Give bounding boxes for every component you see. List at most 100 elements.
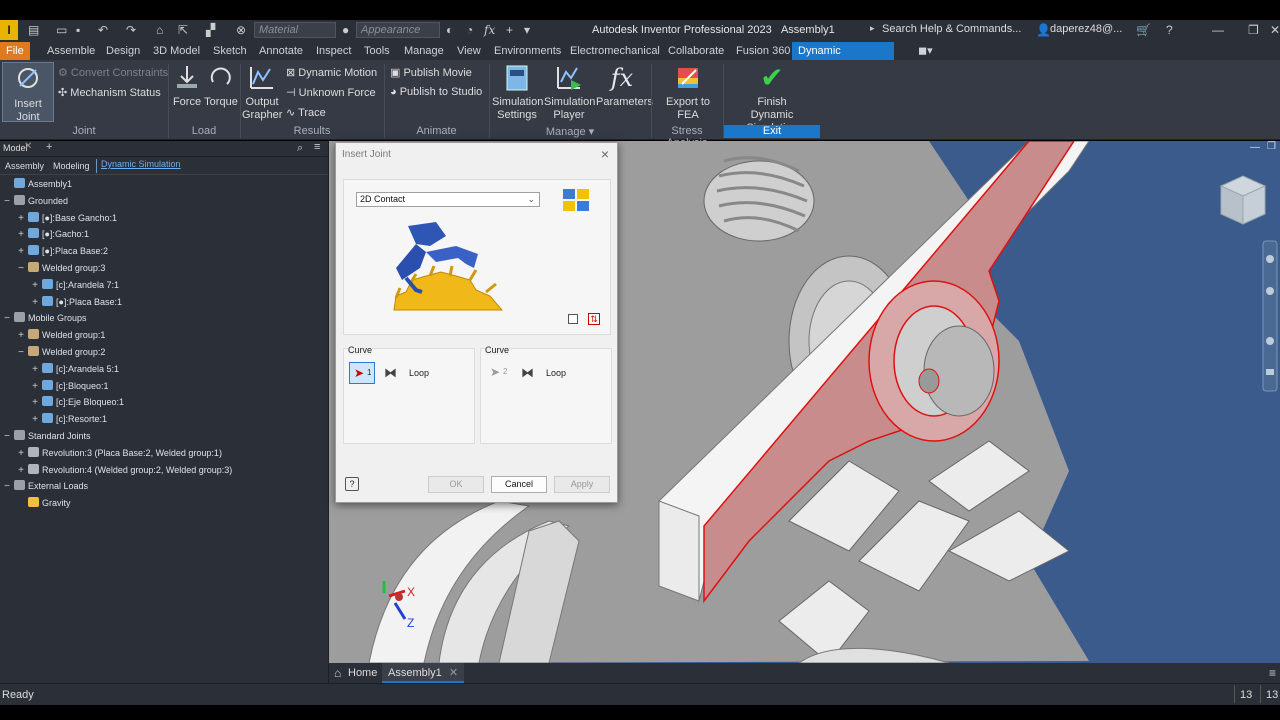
search-icon[interactable]: ⌕	[297, 142, 303, 155]
cart-icon[interactable]: 🛒	[1136, 23, 1151, 37]
document-tab-assembly1[interactable]: Assembly1 ✕	[382, 663, 465, 683]
tree-item[interactable]: + [●]:Base Gancho:1	[16, 210, 117, 226]
close-tab-icon[interactable]: ✕	[449, 667, 458, 679]
expand-icon[interactable]: +	[16, 328, 26, 344]
user-account[interactable]: daperez48@...	[1050, 23, 1122, 35]
expand-icon[interactable]: +	[16, 244, 26, 260]
expand-icon[interactable]: +	[16, 211, 26, 227]
tab-design[interactable]: Design	[100, 42, 146, 60]
tree-item[interactable]: − Welded group:3	[16, 260, 105, 276]
tree-item[interactable]: + [c]:Resorte:1	[30, 411, 107, 427]
expand-icon[interactable]: +	[16, 463, 26, 479]
parameters-button[interactable]: fx Parameters	[596, 64, 653, 109]
tree-item[interactable]: − External Loads	[2, 478, 88, 494]
loop-icon[interactable]: ⧓	[521, 365, 537, 381]
undo-icon[interactable]: ↶	[98, 23, 108, 37]
convert-constraints-button[interactable]: ⚙ Convert Constraints	[58, 66, 168, 79]
tabs-menu-icon[interactable]: ≡	[1269, 666, 1276, 680]
tree-item[interactable]: + [●]:Placa Base:2	[16, 243, 108, 259]
subtab-assembly[interactable]: Assembly	[5, 161, 44, 171]
subtab-modeling[interactable]: Modeling	[53, 161, 90, 171]
navigation-bar[interactable]	[1262, 240, 1278, 392]
adjust-icon[interactable]: ◔	[466, 23, 473, 37]
simulation-player-button[interactable]: Simulation Player	[544, 64, 595, 122]
tab-environments[interactable]: Environments	[488, 42, 567, 60]
trace-button[interactable]: ∿ Trace	[286, 106, 326, 119]
home-icon[interactable]: ⌂	[334, 666, 341, 680]
tree-item[interactable]: Assembly1	[2, 176, 72, 192]
plus-icon[interactable]: +	[506, 23, 513, 37]
force-button[interactable]: Force	[170, 64, 204, 109]
open-icon[interactable]: ▭	[56, 23, 67, 37]
tree-item[interactable]: − Grounded	[2, 193, 68, 209]
tab-sketch[interactable]: Sketch	[207, 42, 253, 60]
expand-icon[interactable]: +	[30, 379, 40, 395]
tab-3d-model[interactable]: 3D Model	[147, 42, 206, 60]
insert-joint-button[interactable]: Insert Joint	[2, 62, 54, 123]
tree-item[interactable]: + [●]:Placa Base:1	[30, 294, 122, 310]
tab-electromechanical[interactable]: Electromechanical	[564, 42, 666, 60]
cancel-icon[interactable]: ⊗	[236, 23, 246, 37]
output-grapher-button[interactable]: Output Grapher	[242, 64, 282, 122]
tab-dynamic-simulation[interactable]: Dynamic Simulation	[792, 42, 894, 75]
minimize-view-icon[interactable]: —	[1250, 142, 1260, 153]
collapse-icon[interactable]: −	[16, 345, 26, 361]
unknown-force-button[interactable]: ⊣ Unknown Force	[286, 86, 376, 99]
tab-annotate[interactable]: Annotate	[253, 42, 309, 60]
loop2-label[interactable]: Loop	[546, 368, 566, 378]
cancel-button[interactable]: Cancel	[491, 476, 547, 493]
home-tab[interactable]: Home	[348, 667, 377, 679]
add-icon[interactable]: +	[46, 141, 52, 153]
expand-icon[interactable]: +	[30, 295, 40, 311]
tree-item[interactable]: + [●]:Gacho:1	[16, 226, 89, 242]
collapse-icon[interactable]: −	[2, 429, 12, 445]
tab-manage[interactable]: Manage	[398, 42, 450, 60]
tree-item[interactable]: + Revolution:4 (Welded group:2, Welded gr…	[16, 462, 232, 478]
flip-checkbox[interactable]	[568, 314, 578, 324]
collapse-icon[interactable]: −	[16, 261, 26, 277]
subtab-dynamic-simulation[interactable]: Dynamic Simulation	[96, 159, 181, 173]
loop-icon[interactable]: ⧓	[384, 365, 400, 381]
select-icon[interactable]: ⇱	[178, 23, 188, 37]
close-icon[interactable]: ✕	[1270, 23, 1280, 37]
tree-item[interactable]: + [c]:Bloqueo:1	[30, 378, 109, 394]
tab-fusion-360[interactable]: Fusion 360	[730, 42, 796, 60]
expand-arrow-icon[interactable]: ▸	[870, 23, 875, 34]
flip-direction-icon[interactable]: ⇅	[588, 313, 600, 325]
tab-assemble[interactable]: Assemble	[41, 42, 101, 60]
tree-item[interactable]: + Welded group:1	[16, 327, 105, 343]
collapse-icon[interactable]: −	[2, 479, 12, 495]
tree-item[interactable]: − Standard Joints	[2, 428, 91, 444]
torque-button[interactable]: Torque	[204, 64, 238, 109]
tab-inspect[interactable]: Inspect	[310, 42, 357, 60]
fx-icon[interactable]: fx	[484, 23, 495, 37]
panel-manage-label[interactable]: Manage ▾	[489, 125, 651, 138]
clear-icon[interactable]: ◐	[446, 23, 453, 37]
save-icon[interactable]: ▪	[76, 23, 80, 37]
home-icon[interactable]: ⌂	[156, 23, 163, 37]
dynamic-motion-button[interactable]: ⊠ Dynamic Motion	[286, 66, 377, 79]
minimize-icon[interactable]: —	[1212, 23, 1224, 37]
apply-button[interactable]: Apply	[554, 476, 610, 493]
view-cube[interactable]	[1219, 175, 1267, 225]
expand-icon[interactable]: +	[30, 412, 40, 428]
search-help-input[interactable]: Search Help & Commands...	[882, 23, 1021, 35]
publish-studio-button[interactable]: ◕ Publish to Studio	[390, 86, 482, 98]
tab-collaborate[interactable]: Collaborate	[662, 42, 730, 60]
tree-item[interactable]: + Revolution:3 (Placa Base:2, Welded grou…	[16, 445, 222, 461]
tree-item[interactable]: + [c]:Eje Bloqueo:1	[30, 394, 124, 410]
expand-icon[interactable]: +	[30, 278, 40, 294]
menu-icon[interactable]: ≡	[314, 141, 320, 153]
help-icon[interactable]: ?	[1166, 23, 1173, 37]
publish-movie-button[interactable]: ▣ Publish Movie	[390, 66, 472, 79]
expand-icon[interactable]: +	[30, 395, 40, 411]
joint-type-select[interactable]: 2D Contact ⌄	[356, 192, 540, 207]
simulation-settings-button[interactable]: Simulation Settings	[492, 64, 543, 122]
restore-icon[interactable]: ❐	[1248, 23, 1259, 37]
tree-item[interactable]: + [c]:Arandela 7:1	[30, 277, 119, 293]
ok-button[interactable]: OK	[428, 476, 484, 493]
chevron-down-icon[interactable]: ▾	[524, 23, 530, 37]
tree-item[interactable]: − Welded group:2	[16, 344, 105, 360]
tree-item[interactable]: Gravity	[16, 495, 71, 511]
new-icon[interactable]: ▤	[28, 23, 39, 37]
